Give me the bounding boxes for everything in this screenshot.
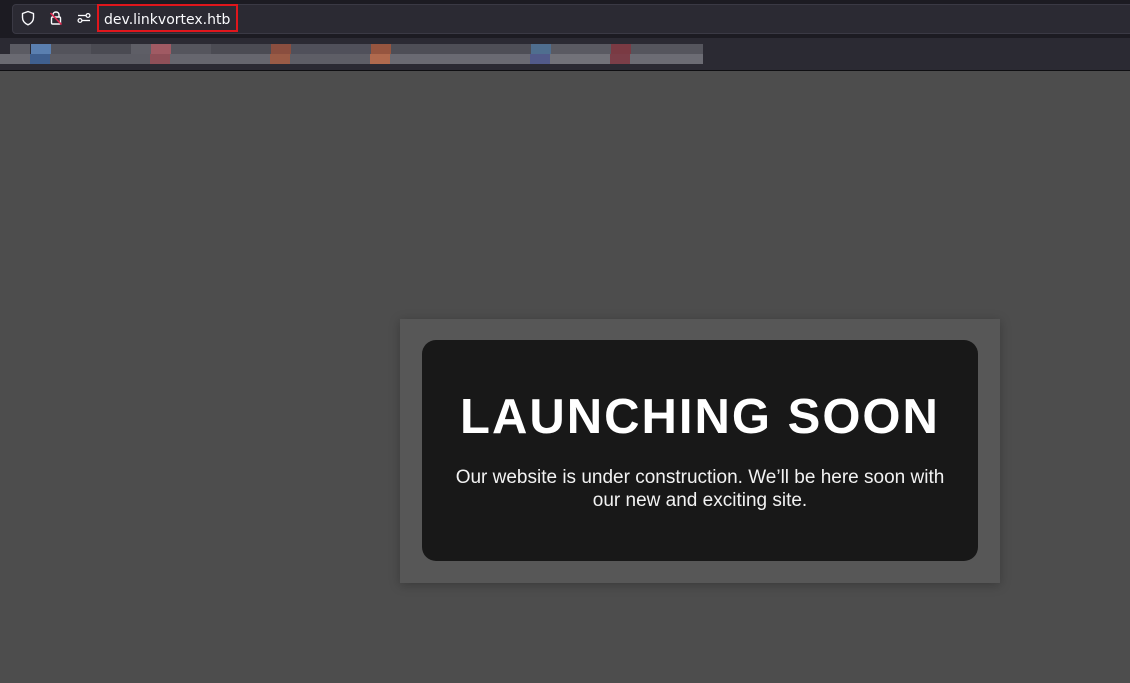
bookmark-item[interactable] [630,54,703,64]
bookmark-item[interactable] [390,54,530,64]
bookmark-item[interactable] [0,54,30,64]
bookmark-item[interactable] [370,54,390,64]
bookmark-item[interactable] [391,44,531,54]
bookmark-item[interactable] [271,44,291,54]
bookmark-item[interactable] [50,54,150,64]
bookmark-item[interactable] [631,44,703,54]
bookmark-item[interactable] [550,54,610,64]
bookmark-item[interactable] [170,54,270,64]
bookmark-item[interactable] [171,44,211,54]
coming-soon-panel: LAUNCHING SOON Our website is under cons… [400,319,1000,583]
url-text[interactable]: dev.linkvortex.htb [97,4,239,32]
coming-soon-card: LAUNCHING SOON Our website is under cons… [422,340,978,561]
bookmarks-bar [0,40,1130,71]
bookmark-item[interactable] [10,44,30,54]
bookmark-item[interactable] [611,44,631,54]
bookmark-item[interactable] [30,54,50,64]
bookmark-item[interactable] [290,54,370,64]
page-title: LAUNCHING SOON [460,390,940,444]
browser-chrome: dev.linkvortex.htb [0,0,1130,71]
construction-message: Our website is under construction. We’ll… [455,467,945,511]
insecure-lock-icon[interactable] [47,9,65,27]
bookmark-item[interactable] [371,44,391,54]
bookmark-item[interactable] [531,44,551,54]
bookmark-item[interactable] [31,44,51,54]
page-body: LAUNCHING SOON Our website is under cons… [0,71,1130,683]
bookmark-item[interactable] [551,44,611,54]
browser-toolbar: dev.linkvortex.htb [0,0,1130,38]
shield-icon[interactable] [19,9,37,27]
bookmark-item[interactable] [150,54,170,64]
bookmark-item[interactable] [610,54,630,64]
bookmark-item[interactable] [530,54,550,64]
bookmark-item[interactable] [270,54,290,64]
bookmark-item[interactable] [91,44,131,54]
bookmark-item[interactable] [211,44,271,54]
permissions-icon[interactable] [75,9,93,27]
bookmark-item[interactable] [291,44,371,54]
bookmark-item[interactable] [151,44,171,54]
bookmark-item[interactable] [131,44,151,54]
bookmark-item[interactable] [51,44,91,54]
